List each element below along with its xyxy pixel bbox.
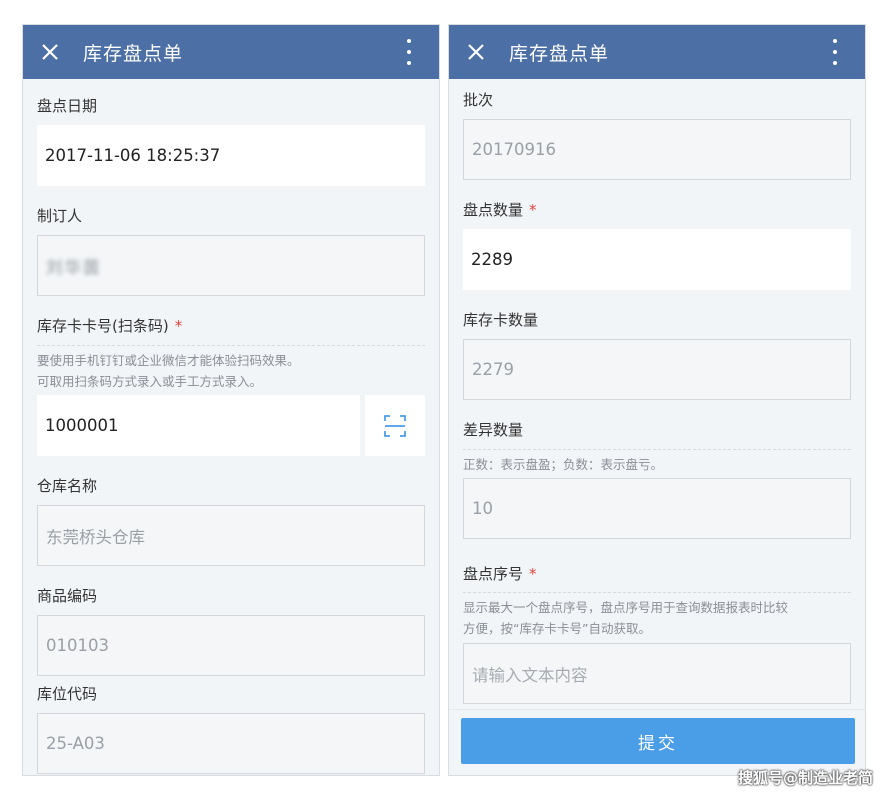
- seq-label: 盘点序号 *: [463, 563, 537, 584]
- submit-button[interactable]: 提交: [461, 718, 855, 764]
- close-icon: [42, 44, 58, 60]
- product-code-label: 商品编码: [37, 587, 98, 605]
- batch-label: 批次: [463, 91, 494, 109]
- card-qty-value: 2279: [472, 360, 514, 379]
- more-vertical-icon: [833, 61, 837, 65]
- seq-input[interactable]: 请输入文本内容: [463, 643, 851, 704]
- diff-label: 差异数量: [463, 421, 524, 439]
- submit-bar: 提交: [449, 709, 865, 775]
- seq-placeholder: 请输入文本内容: [472, 665, 588, 685]
- required-mark: *: [174, 317, 183, 335]
- date-field[interactable]: 2017-11-06 18:25:37: [37, 125, 425, 186]
- maker-field: 刘华茵: [37, 235, 425, 296]
- card-hint: 要使用手机钉钉或企业微信才能体验扫码效果。 可取用扫条码方式录入或手工方式录入。: [37, 350, 425, 392]
- more-vertical-icon: [407, 50, 411, 54]
- product-code-value: 010103: [46, 636, 109, 655]
- batch-field: 20170916: [463, 119, 851, 180]
- form-body: 批次 20170916 盘点数量 * 2289 库存卡数量 2279 差异数量 正…: [449, 79, 865, 775]
- close-button[interactable]: [23, 25, 77, 79]
- divider: [37, 345, 425, 346]
- required-mark: *: [529, 565, 537, 583]
- count-label: 盘点数量 *: [463, 199, 537, 220]
- maker-label: 制订人: [37, 207, 83, 225]
- required-mark: *: [529, 201, 537, 219]
- more-vertical-icon: [407, 39, 411, 43]
- close-icon: [468, 44, 484, 60]
- seq-hint-line-1: 显示最大一个盘点序号，盘点序号用于查询数据报表时比较: [463, 600, 789, 615]
- warehouse-value: 东莞桥头仓库: [46, 527, 145, 547]
- location-value: 25-A03: [46, 734, 105, 753]
- card-label-text: 库存卡卡号(扫条码): [37, 317, 169, 335]
- count-value: 2289: [471, 250, 513, 269]
- warehouse-label: 仓库名称: [37, 477, 98, 495]
- left-screen: 库存盘点单 盘点日期 2017-11-06 18:25:37 制订人 刘华茵 库…: [22, 24, 440, 776]
- card-value: 1000001: [45, 416, 119, 435]
- divider: [463, 449, 851, 450]
- date-label: 盘点日期: [37, 97, 98, 115]
- count-label-text: 盘点数量: [463, 201, 524, 219]
- date-value: 2017-11-06 18:25:37: [45, 146, 221, 165]
- card-qty-field: 2279: [463, 339, 851, 400]
- divider: [463, 592, 851, 593]
- diff-field: 10: [463, 478, 851, 539]
- diff-hint: 正数：表示盘盈；负数：表示盘亏。: [463, 457, 664, 472]
- maker-value: 刘华茵: [46, 257, 102, 277]
- more-vertical-icon: [833, 39, 837, 43]
- seq-label-text: 盘点序号: [463, 565, 524, 583]
- seq-hint-line-2: 方便，按“库存卡卡号”自动获取。: [463, 621, 651, 636]
- card-input[interactable]: 1000001: [37, 395, 360, 456]
- page-title: 库存盘点单: [509, 42, 610, 65]
- form-body: 盘点日期 2017-11-06 18:25:37 制订人 刘华茵 库存卡卡号(扫…: [23, 79, 439, 775]
- count-input[interactable]: 2289: [463, 229, 851, 290]
- page-title: 库存盘点单: [83, 42, 184, 65]
- watermark: 搜狐号@制造业老简: [737, 769, 873, 787]
- app-header: 库存盘点单: [23, 25, 439, 79]
- more-vertical-icon: [407, 61, 411, 65]
- card-qty-label: 库存卡数量: [463, 311, 539, 329]
- batch-value: 20170916: [472, 140, 556, 159]
- more-menu-button[interactable]: [401, 39, 417, 65]
- product-code-field: 010103: [37, 615, 425, 676]
- app-header: 库存盘点单: [449, 25, 865, 79]
- card-label: 库存卡卡号(扫条码) *: [37, 315, 182, 336]
- scan-barcode-icon: [384, 414, 406, 437]
- warehouse-field: 东莞桥头仓库: [37, 505, 425, 566]
- more-vertical-icon: [833, 50, 837, 54]
- card-hint-line-2: 可取用扫条码方式录入或手工方式录入。: [37, 374, 263, 389]
- card-hint-line-1: 要使用手机钉钉或企业微信才能体验扫码效果。: [37, 353, 300, 368]
- location-field: 25-A03: [37, 713, 425, 774]
- seq-hint: 显示最大一个盘点序号，盘点序号用于查询数据报表时比较 方便，按“库存卡卡号”自动…: [463, 597, 851, 639]
- diff-value: 10: [472, 499, 493, 518]
- location-label: 库位代码: [37, 685, 98, 703]
- scan-button[interactable]: [365, 395, 425, 456]
- close-button[interactable]: [449, 25, 503, 79]
- more-menu-button[interactable]: [827, 39, 843, 65]
- right-screen: 库存盘点单 批次 20170916 盘点数量 * 2289 库存卡数量 2279 …: [448, 24, 866, 776]
